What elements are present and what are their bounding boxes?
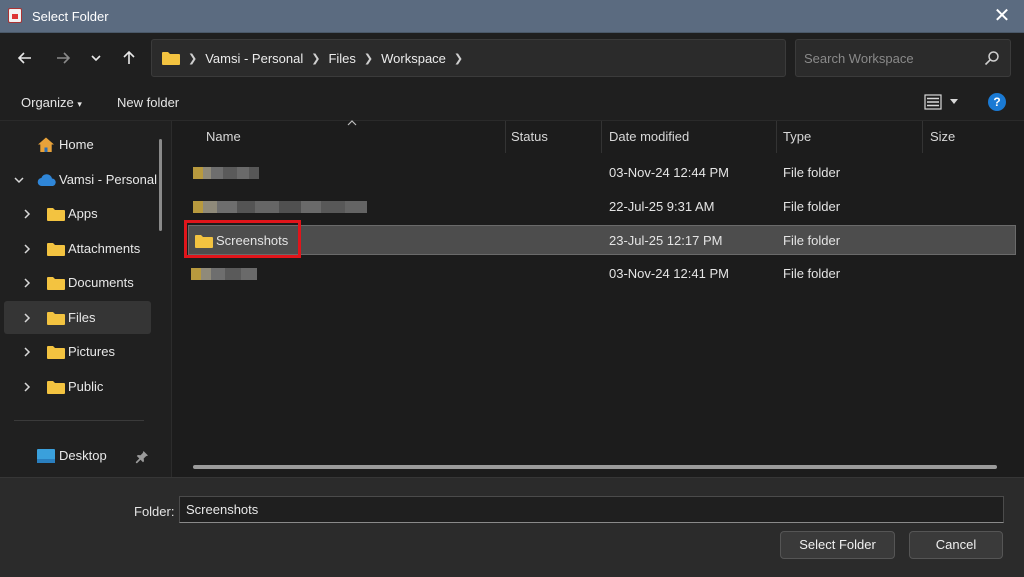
row-date: 03-Nov-24 12:41 PM [609,266,729,281]
nav-item-apps[interactable]: Apps [4,197,151,230]
title-bar: Select Folder ✕ [0,0,1024,33]
nav-divider [14,420,144,421]
row-type: File folder [783,165,841,180]
app-icon [8,8,22,23]
breadcrumb-workspace[interactable]: Workspace [381,51,446,66]
table-row[interactable]: 03-Nov-24 12:41 PM File folder [188,259,1016,289]
row-date: 22-Jul-25 9:31 AM [609,199,715,214]
redacted-name [193,201,367,213]
pin-icon[interactable] [135,450,149,464]
chevron-right-icon[interactable] [21,208,33,220]
nav-item-pictures[interactable]: Pictures [4,335,151,368]
column-separator[interactable] [922,121,923,153]
redacted-name [193,167,259,179]
nav-item-desktop[interactable]: Desktop [4,439,151,472]
folder-icon [47,276,65,290]
select-folder-button[interactable]: Select Folder [780,531,895,559]
folder-icon [195,235,213,248]
folder-icon [47,380,65,394]
chevron-right-icon: ❯ [363,52,374,65]
organize-button[interactable]: Organize ▾ [21,95,82,110]
folder-icon [47,242,65,256]
column-separator[interactable] [776,121,777,153]
search-input[interactable] [796,40,976,76]
address-bar[interactable]: ❯ Vamsi - Personal ❯ Files ❯ Workspace ❯ [151,39,926,77]
folder-icon [47,345,65,359]
row-type: File folder [783,266,841,281]
nav-item-vamsi-personal[interactable]: Vamsi - Personal [4,163,157,196]
chevron-right-icon[interactable] [21,243,33,255]
column-header-name[interactable]: Name [206,121,241,153]
up-arrow-icon[interactable] [117,45,141,71]
nav-item-public[interactable]: Public [4,370,151,403]
chevron-right-icon[interactable] [21,381,33,393]
breadcrumb-vamsi-personal[interactable]: Vamsi - Personal [205,51,303,66]
back-arrow-icon[interactable] [13,45,37,71]
search-icon[interactable] [984,50,1000,66]
dialog-footer: Folder: Select Folder Cancel [0,477,1024,577]
recent-locations-chevron-icon[interactable] [84,45,108,71]
row-date: 03-Nov-24 12:44 PM [609,165,729,180]
folder-icon [47,207,65,221]
view-options-caret-icon[interactable] [950,99,958,105]
navigation-pane: Home Vamsi - Personal Apps Attachments D… [0,121,172,477]
row-date: 23-Jul-25 12:17 PM [609,233,723,248]
horizontal-scrollbar[interactable] [193,465,997,469]
help-icon[interactable]: ? [988,93,1006,111]
chevron-right-icon: ❯ [188,52,198,65]
nav-item-home[interactable]: Home [4,128,151,161]
forward-arrow-icon[interactable] [51,45,75,71]
chevron-down-icon[interactable] [13,174,25,186]
navigation-bar: ❯ Vamsi - Personal ❯ Files ❯ Workspace ❯ [0,33,1024,85]
breadcrumb-files[interactable]: Files [328,51,355,66]
home-icon [38,137,54,152]
search-box[interactable] [795,39,1011,77]
desktop-icon [37,448,55,463]
nav-item-files[interactable]: Files [4,301,151,334]
nav-scrollbar[interactable] [159,139,162,231]
chevron-right-icon[interactable] [21,277,33,289]
command-bar: Organize ▾ New folder ? [0,85,1024,121]
file-list: Name Status Date modified Type Size 03-N… [173,120,1024,477]
chevron-right-icon: ❯ [311,52,321,65]
chevron-right-icon[interactable]: ❯ [454,52,463,65]
row-type: File folder [783,233,841,248]
redacted-name [191,268,257,280]
table-row[interactable]: 22-Jul-25 9:31 AM File folder [188,192,1016,222]
column-separator[interactable] [505,121,506,153]
sort-ascending-icon [347,120,357,126]
view-details-icon[interactable] [924,94,942,110]
column-header-type[interactable]: Type [783,121,811,153]
column-header-date-modified[interactable]: Date modified [609,121,689,153]
new-folder-button[interactable]: New folder [117,95,179,110]
chevron-right-icon[interactable] [21,312,33,324]
close-icon[interactable]: ✕ [990,4,1014,28]
column-header-status[interactable]: Status [511,121,548,153]
caret-down-icon: ▾ [77,99,82,109]
folder-icon [47,311,65,325]
table-row-screenshots[interactable]: Screenshots 23-Jul-25 12:17 PM File fold… [188,225,1016,255]
table-row[interactable]: 03-Nov-24 12:44 PM File folder [188,158,1016,188]
window-title: Select Folder [32,9,109,24]
nav-item-attachments[interactable]: Attachments [4,232,151,265]
chevron-right-icon[interactable] [21,346,33,358]
folder-name-input[interactable] [179,496,1004,523]
nav-item-documents[interactable]: Documents [4,266,151,299]
folder-icon [162,52,180,65]
cancel-button[interactable]: Cancel [909,531,1003,559]
folder-label: Folder: [134,504,175,519]
onedrive-cloud-icon [37,173,56,186]
column-separator[interactable] [601,121,602,153]
column-header-size[interactable]: Size [930,121,955,153]
row-type: File folder [783,199,841,214]
row-name: Screenshots [216,233,289,248]
